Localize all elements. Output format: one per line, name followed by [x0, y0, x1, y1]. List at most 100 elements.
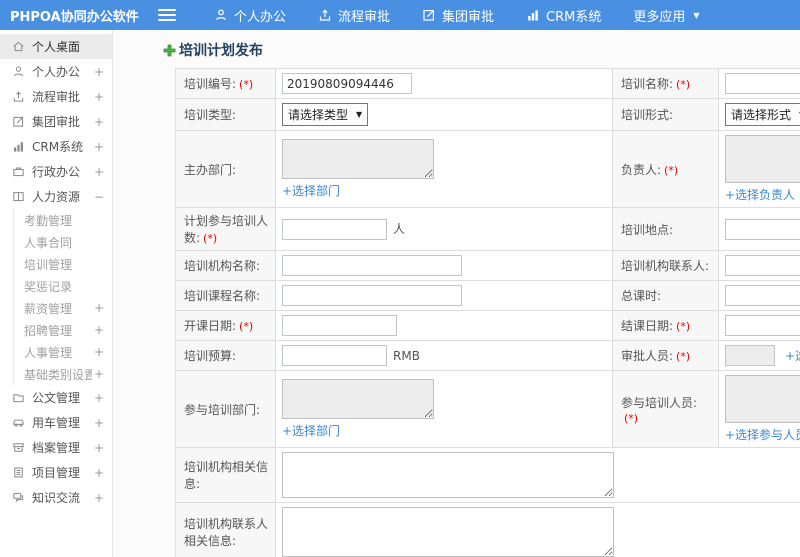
- car-icon: [13, 419, 24, 427]
- table-row: 主办部门: +选择部门 负责人: (*) +选择负责人: [175, 130, 800, 208]
- required-marker: (*): [664, 163, 679, 177]
- select-join-dept-link[interactable]: +选择部门: [282, 422, 340, 439]
- field-label: 主办部门:: [184, 162, 237, 177]
- field-label: 培训预算:: [184, 349, 237, 363]
- total-hours-input[interactable]: [725, 285, 800, 306]
- select-approver-link[interactable]: +选择审批人员: [785, 347, 800, 364]
- training-form-select[interactable]: 请选择形式▼: [725, 103, 800, 126]
- table-row: 培训机构名称: 培训机构联系人:: [175, 250, 800, 281]
- leader-box[interactable]: [725, 135, 800, 183]
- sidebar-item-vehicles[interactable]: 用车管理 +: [0, 410, 112, 435]
- process-upload-icon: [319, 9, 331, 21]
- field-label: 培训地点:: [621, 222, 674, 237]
- sidebar-subitem-training[interactable]: 培训管理: [14, 253, 112, 275]
- nav-personal-office[interactable]: 个人办公: [198, 0, 302, 30]
- table-row: 开课日期: (*) 结课日期: (*): [175, 310, 800, 341]
- hamburger-menu-icon[interactable]: [158, 9, 176, 21]
- table-row: 培训预算: RMB 审批人员:(*) +选择审批人员: [175, 340, 800, 371]
- org-name-input[interactable]: [282, 255, 462, 276]
- chevron-down-icon: ▼: [693, 10, 700, 20]
- plus-icon: [163, 44, 176, 56]
- end-date-input[interactable]: [725, 315, 800, 336]
- join-people-box[interactable]: [725, 375, 800, 423]
- nav-group-approval[interactable]: 集团审批: [406, 0, 510, 30]
- main-content: 培训计划发布 培训编号:(*) 培训名称:(*) 培训类型: 请选择类型▼ 培训…: [113, 30, 800, 557]
- table-row: 培训编号:(*) 培训名称:(*): [175, 68, 800, 99]
- select-join-people-link[interactable]: +选择参与人员: [725, 426, 800, 443]
- table-row: 培训课程名称: 总课时:: [175, 280, 800, 311]
- sidebar-subitem-attendance[interactable]: 考勤管理: [14, 209, 112, 231]
- field-label: 培训名称:: [621, 77, 674, 91]
- edit-approve-icon: [13, 116, 24, 127]
- field-label: 培训机构联系人相关信息:: [184, 517, 269, 548]
- field-label: 培训编号:: [184, 77, 237, 91]
- field-label: 结课日期:: [621, 319, 674, 333]
- page-title: 培训计划发布: [163, 40, 800, 60]
- top-nav: 个人办公 流程审批 集团审批 CRM系统 更多应用 ▼: [198, 0, 716, 30]
- join-depts-box[interactable]: [282, 379, 434, 419]
- briefcase-icon: [13, 167, 24, 177]
- sidebar-item-knowledge[interactable]: 知识交流 +: [0, 485, 112, 510]
- budget-input[interactable]: [282, 345, 387, 366]
- field-label: 培训机构联系人:: [621, 259, 710, 273]
- sidebar-subitem-salary[interactable]: 薪资管理 +: [14, 297, 112, 319]
- sidebar-subitem-recruit[interactable]: 招聘管理 +: [14, 319, 112, 341]
- sidebar-item-hr[interactable]: 人力资源 −: [0, 184, 112, 209]
- edit-approve-icon: [423, 9, 435, 21]
- sidebar-hr-submenu: 考勤管理 人事合同 培训管理 奖惩记录 薪资管理 + 招聘管理 + 人事管理 + 基础…: [13, 209, 112, 385]
- table-row: 培训机构相关信息:: [175, 447, 800, 503]
- app-logo: PHPOA协同办公软件: [10, 9, 139, 25]
- sidebar-item-archives[interactable]: 档案管理 +: [0, 435, 112, 460]
- sidebar-item-projects[interactable]: 项目管理 +: [0, 460, 112, 485]
- left-sidebar: 个人桌面 个人办公 + 流程审批 + 集团审批 + CRM系统 + 行政办公 +: [0, 30, 113, 557]
- sidebar-subitem-personnel[interactable]: 人事管理 +: [14, 341, 112, 363]
- planned-count-input[interactable]: [282, 218, 387, 240]
- approver-box[interactable]: [725, 345, 775, 366]
- select-dept-link[interactable]: +选择部门: [282, 182, 340, 199]
- org-info-textarea[interactable]: [282, 452, 614, 498]
- app-window: PHPOA协同办公软件 个人办公 流程审批 集团审批 CRM系统 更多应用 ▼: [0, 0, 800, 557]
- sidebar-item-personal-desktop[interactable]: 个人桌面: [0, 34, 112, 59]
- required-marker: (*): [239, 78, 254, 91]
- training-type-select[interactable]: 请选择类型 ▼: [282, 103, 369, 126]
- required-marker: (*): [239, 320, 254, 333]
- nav-more-apps[interactable]: 更多应用 ▼: [617, 0, 715, 30]
- notebook-icon: [14, 467, 23, 478]
- field-label: 计划参与培训人数:: [184, 214, 269, 245]
- training-name-input[interactable]: [725, 73, 800, 94]
- sidebar-subitem-rewards[interactable]: 奖惩记录: [14, 275, 112, 297]
- nav-label: 流程审批: [338, 9, 391, 25]
- sidebar-item-group-approval[interactable]: 集团审批 +: [0, 109, 112, 134]
- folder-icon: [13, 394, 24, 403]
- course-name-input[interactable]: [282, 285, 462, 306]
- nav-process-approval[interactable]: 流程审批: [302, 0, 406, 30]
- field-label: 培训机构相关信息:: [184, 460, 269, 491]
- sidebar-subitem-base-category[interactable]: 基础类别设置 +: [14, 363, 112, 385]
- select-leader-link[interactable]: +选择负责人: [725, 186, 795, 203]
- start-date-input[interactable]: [282, 315, 397, 336]
- required-marker: (*): [676, 78, 691, 91]
- sidebar-item-process-approval[interactable]: 流程审批 +: [0, 84, 112, 109]
- table-row: 计划参与培训人数: (*) 人 培训地点:: [175, 207, 800, 251]
- training-no-input[interactable]: [282, 73, 412, 94]
- field-label: 培训课程名称:: [184, 289, 261, 303]
- field-label: 开课日期:: [184, 319, 237, 333]
- book-icon: [13, 192, 24, 202]
- field-label: 参与培训部门:: [184, 402, 261, 417]
- sidebar-item-crm[interactable]: CRM系统 +: [0, 134, 112, 159]
- field-label: 参与培训人员:: [621, 395, 698, 410]
- location-input[interactable]: [725, 218, 800, 240]
- nav-label: 集团审批: [442, 9, 495, 25]
- sidebar-item-admin-office[interactable]: 行政办公 +: [0, 159, 112, 184]
- field-label: 培训类型:: [184, 108, 237, 122]
- org-contact-input[interactable]: [725, 255, 800, 276]
- sidebar-subitem-hr-contract[interactable]: 人事合同: [14, 231, 112, 253]
- org-contact-info-textarea[interactable]: [282, 507, 614, 557]
- required-marker: (*): [624, 411, 639, 425]
- field-label: 培训机构名称:: [184, 259, 261, 273]
- bar-chart-icon: [14, 142, 23, 152]
- sidebar-item-documents[interactable]: 公文管理 +: [0, 385, 112, 410]
- host-dept-box[interactable]: [282, 139, 434, 179]
- nav-crm-system[interactable]: CRM系统: [510, 0, 617, 30]
- sidebar-item-personal-office[interactable]: 个人办公 +: [0, 59, 112, 84]
